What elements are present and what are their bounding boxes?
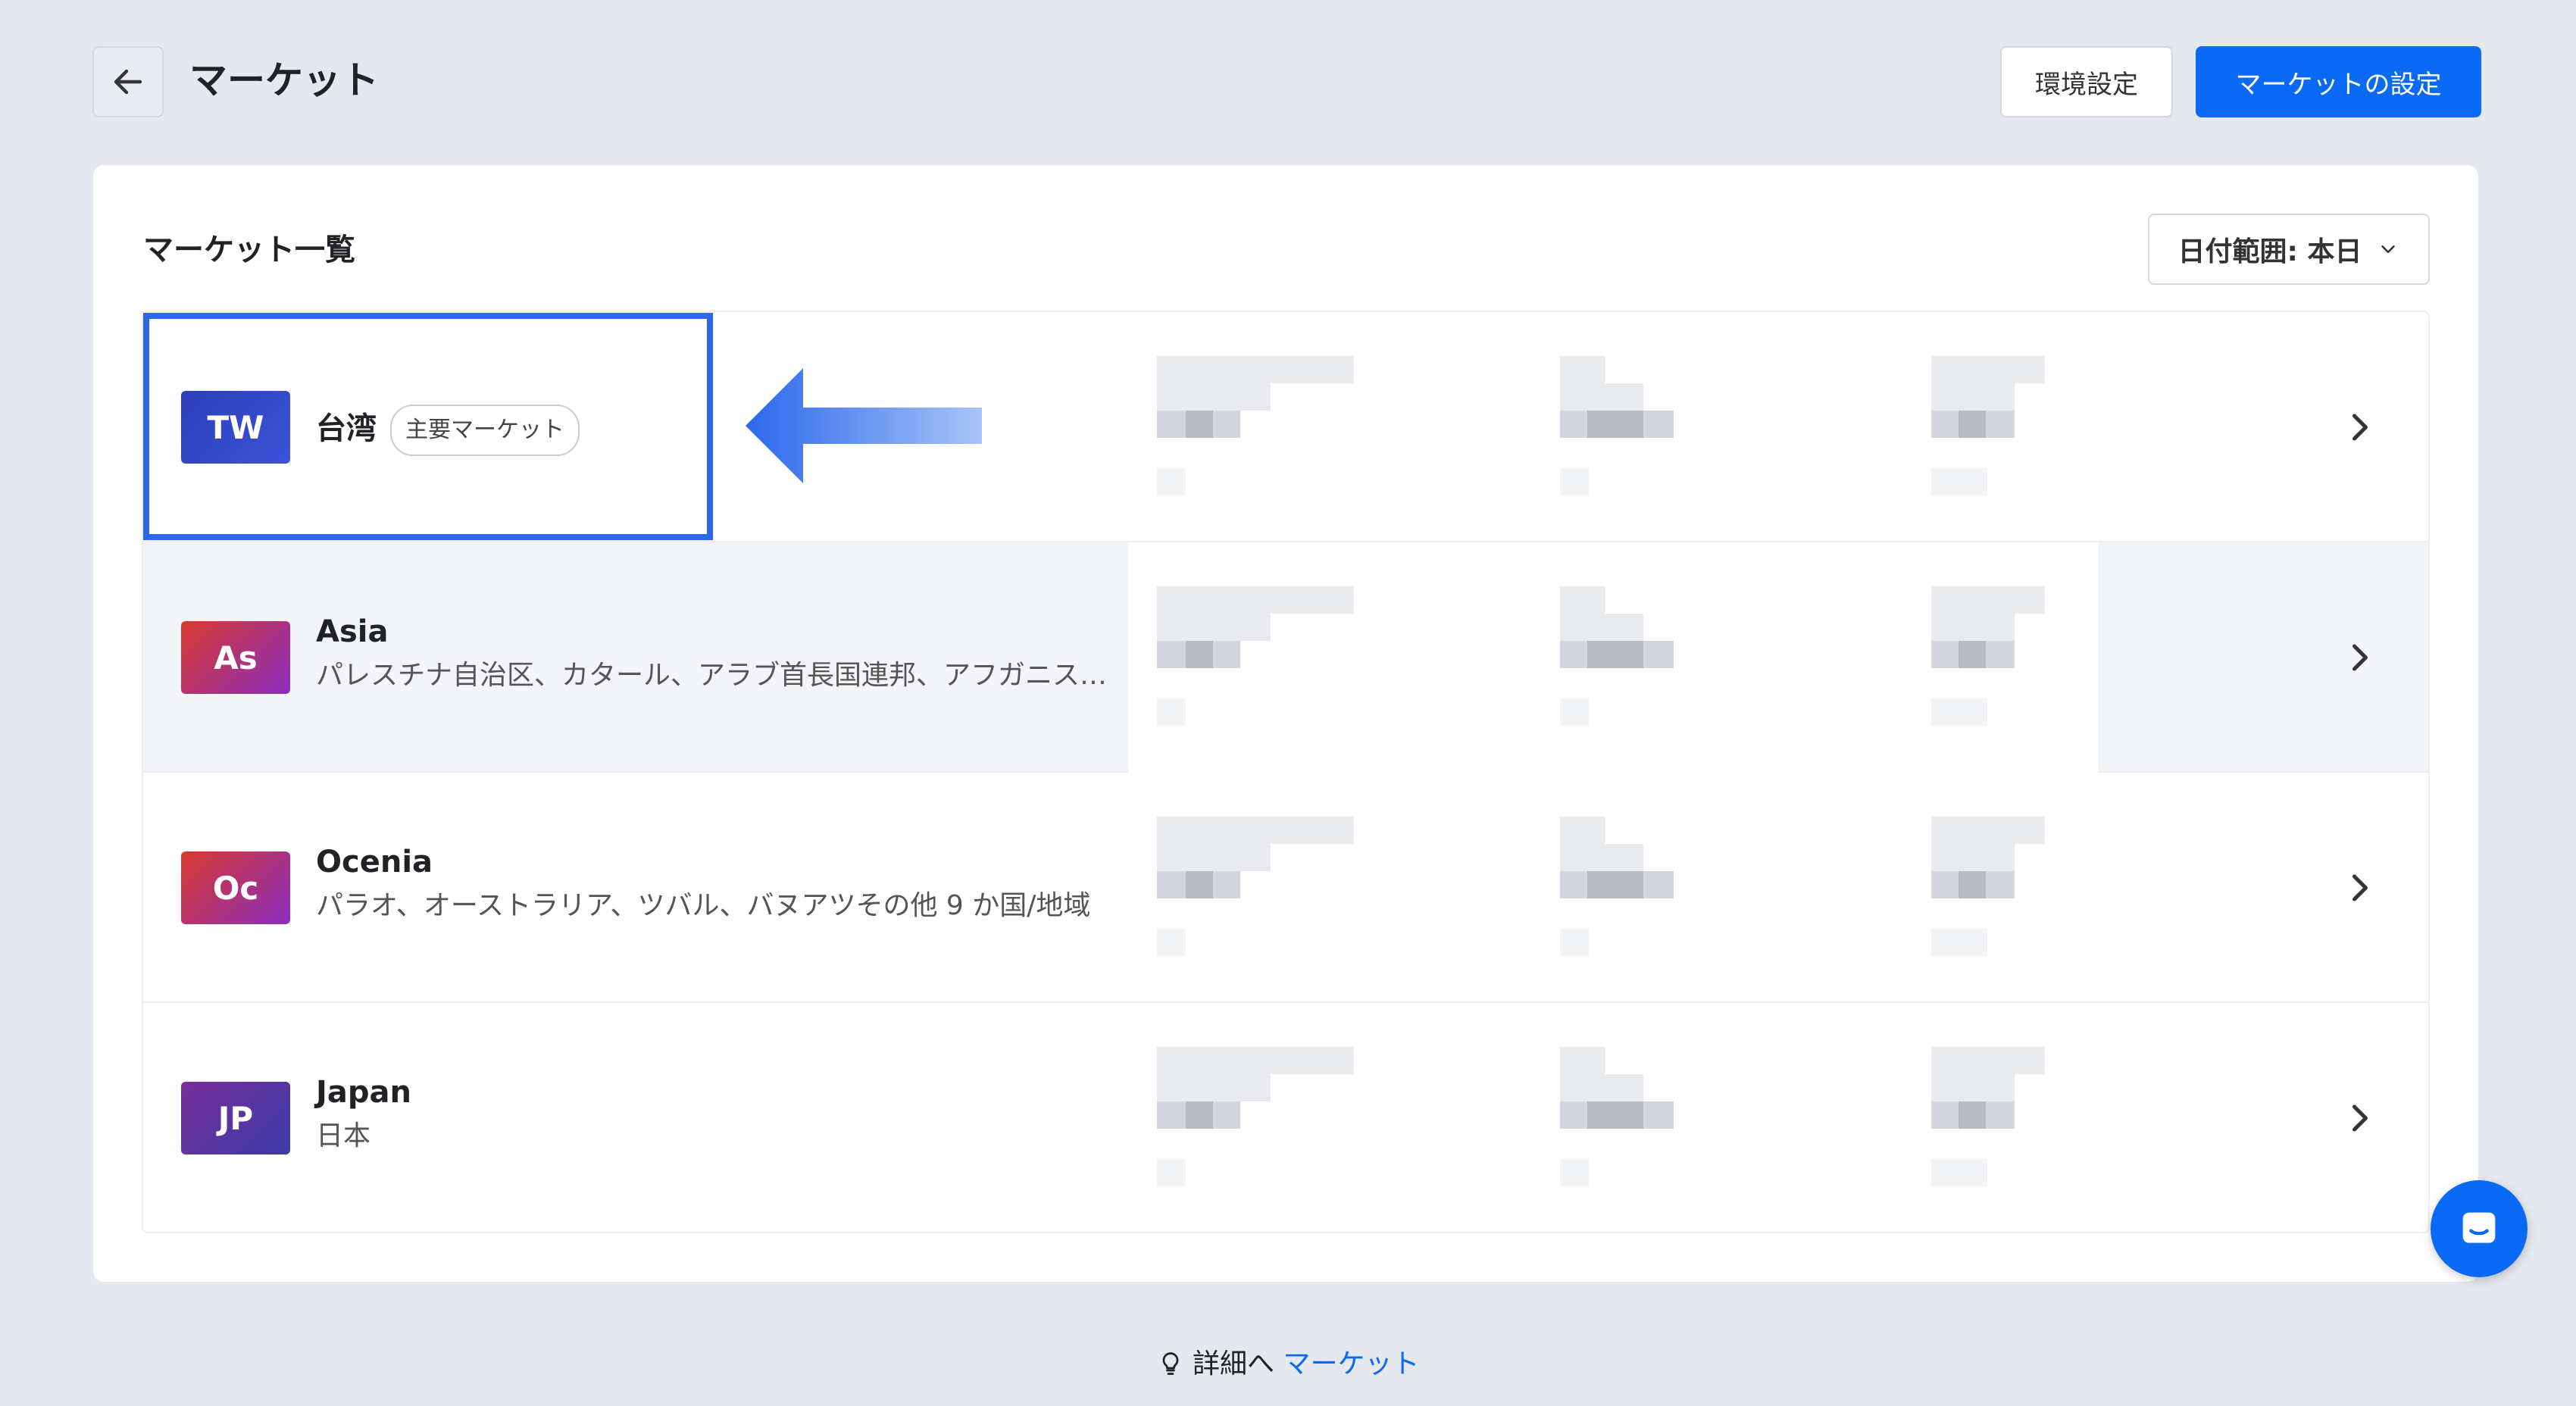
card-title: マーケット一覧 <box>143 233 355 267</box>
market-badge: Oc <box>181 851 290 924</box>
footer-prefix: 詳細へ <box>1192 1348 1274 1379</box>
market-row-japan[interactable]: JP Japan 日本 <box>143 1003 2428 1232</box>
market-row-oceania[interactable]: Oc Ocenia パラオ、オーストラリア、ツバル、バヌアツその他 9 か国/地… <box>143 773 2428 1003</box>
market-name: Ocenia <box>316 845 433 880</box>
page-title: マーケット <box>189 58 379 102</box>
back-button[interactable] <box>92 46 164 117</box>
market-countries: 日本 <box>316 1120 371 1151</box>
date-range-dropdown[interactable]: 日付範囲: 本日 <box>2148 214 2430 285</box>
market-settings-button[interactable]: マーケットの設定 <box>2196 46 2481 117</box>
chat-button[interactable] <box>2431 1180 2528 1277</box>
chat-icon <box>2462 1212 2496 1243</box>
date-range-label: 日付範囲: 本日 <box>2177 236 2362 267</box>
blurred-metrics <box>1157 1047 2045 1186</box>
arrow-left-icon <box>114 69 142 95</box>
chevron-right-icon <box>2352 1104 2368 1132</box>
lightbulb-icon <box>1162 1352 1178 1375</box>
preferences-button[interactable]: 環境設定 <box>2000 46 2173 117</box>
blurred-metrics <box>1157 356 2045 495</box>
chevron-down-icon <box>2381 245 2396 253</box>
market-row-asia[interactable]: As Asia パレスチナ自治区、カタール、アラブ首長国連邦、アフガニス… <box>143 542 2428 773</box>
chevron-right-icon <box>2352 414 2368 441</box>
market-name: Asia <box>316 614 389 649</box>
blurred-metrics <box>1128 542 2098 773</box>
chevron-right-icon <box>2352 874 2368 901</box>
footer-help: 詳細へ マーケット <box>0 1345 2576 1384</box>
page-header: マーケット 環境設定 マーケットの設定 <box>92 46 2481 118</box>
highlight-box <box>143 313 713 540</box>
market-badge: JP <box>181 1082 290 1154</box>
market-countries: パレスチナ自治区、カタール、アラブ首長国連邦、アフガニス… <box>316 660 1108 691</box>
blurred-metrics <box>1157 817 2045 956</box>
markets-help-link[interactable]: マーケット <box>1283 1348 1419 1379</box>
annotation-arrow-icon <box>746 368 982 483</box>
market-name: Japan <box>316 1075 411 1110</box>
market-countries: パラオ、オーストラリア、ツバル、バヌアツその他 9 か国/地域 <box>316 890 1091 921</box>
market-badge: As <box>181 621 290 694</box>
chevron-right-icon <box>2352 644 2368 671</box>
